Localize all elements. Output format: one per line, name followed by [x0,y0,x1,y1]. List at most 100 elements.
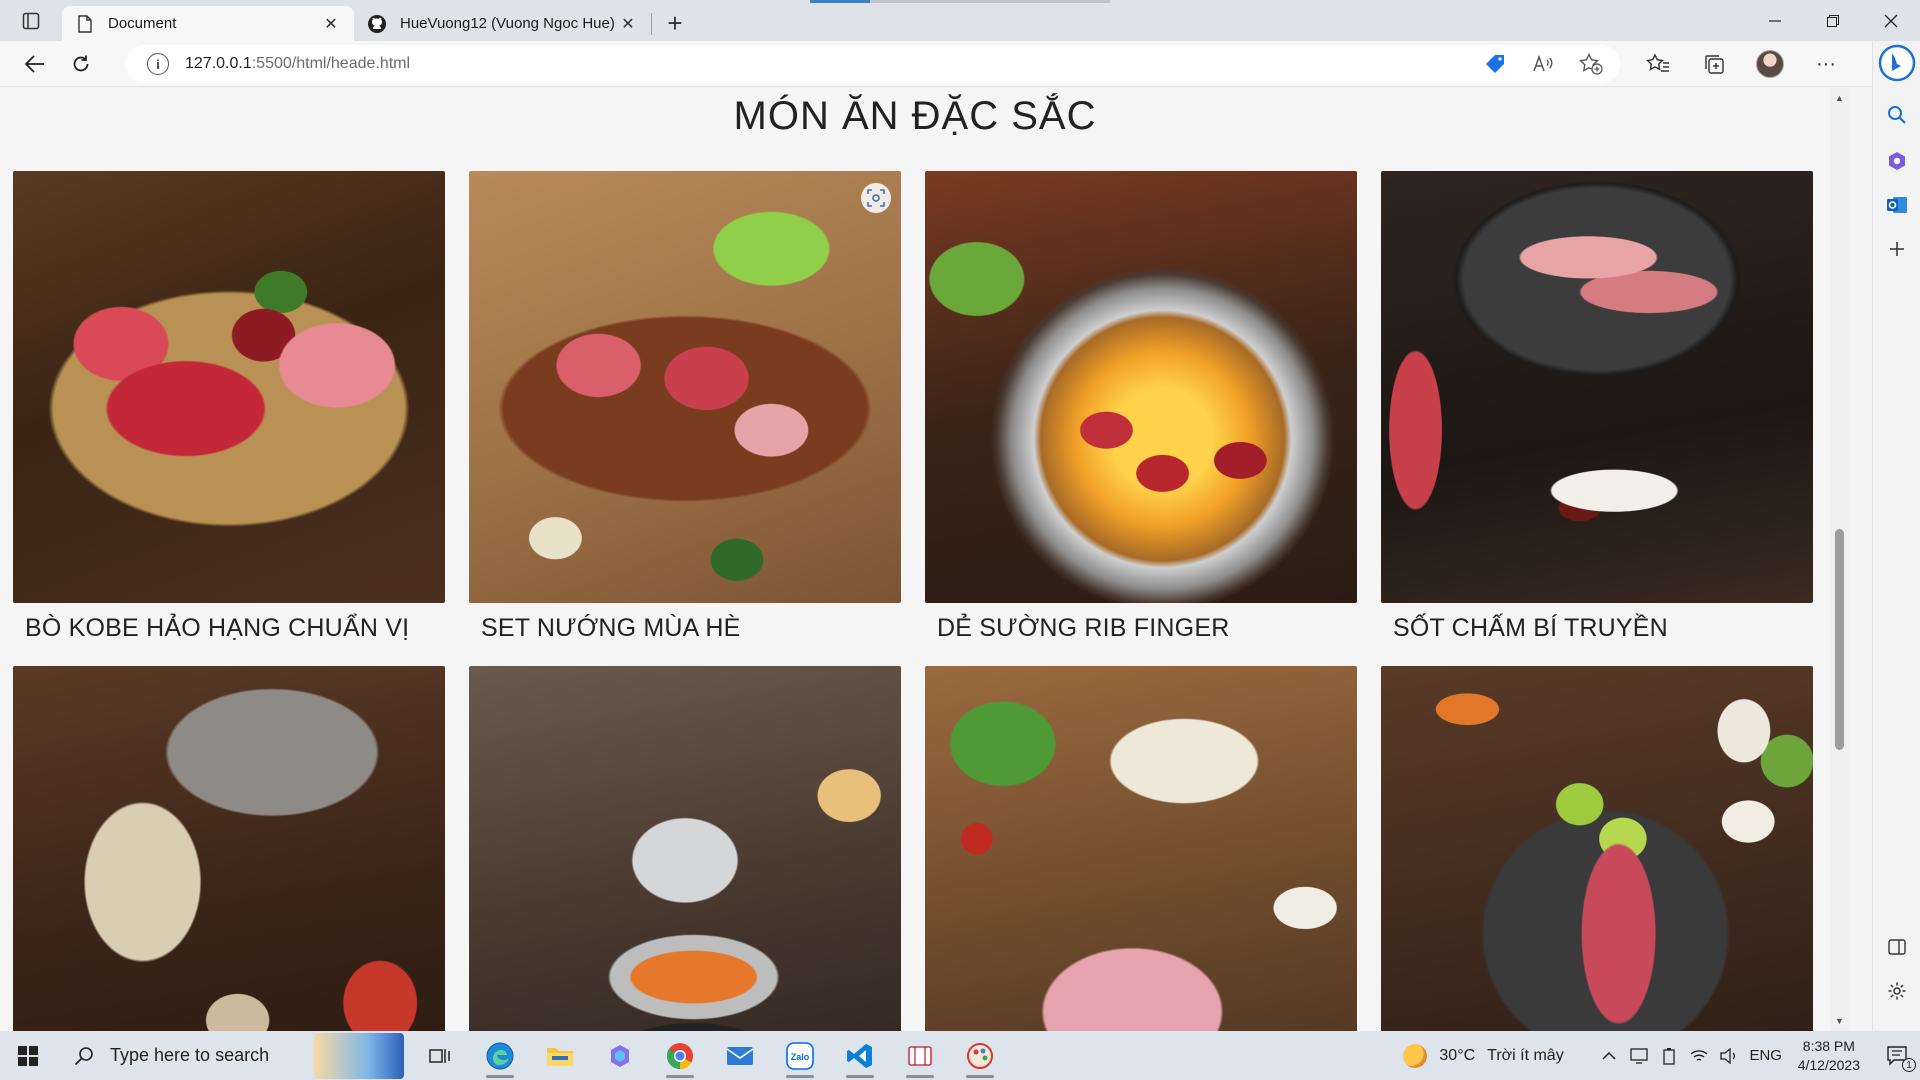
close-tab-icon[interactable]: ✕ [617,13,639,35]
address-bar[interactable]: i 127.0.0.1:5500/html/heade.html [125,45,1620,83]
taskbar-clock[interactable]: 8:38 PM 4/12/2023 [1798,1037,1860,1075]
visual-search-icon[interactable] [861,183,891,213]
close-tab-icon[interactable]: ✕ [320,13,342,35]
sidebar-outlook-button[interactable] [1873,185,1920,225]
scroll-up-arrow-icon[interactable]: ▲ [1830,90,1849,106]
taskbar-snipping-tool[interactable] [890,1031,950,1080]
taskbar-zalo[interactable]: Zalo [770,1031,830,1080]
dish-card[interactable]: SỐT CHẤM BÍ TRUYỀN [1381,171,1813,643]
refresh-button[interactable] [58,46,104,82]
zalo-icon: Zalo [786,1041,814,1070]
sidebar-search-button[interactable] [1873,95,1920,135]
notification-center-button[interactable]: 1 [1876,1031,1920,1080]
dish-photo-hotpot[interactable] [469,666,901,1031]
dish-photo-beef-mountain[interactable] [925,666,1357,1031]
tab-actions-icon [22,12,40,29]
shopping-tag-button[interactable] [1474,47,1516,81]
back-button[interactable] [12,46,58,82]
back-arrow-icon [25,54,44,73]
sidebar-hide-button[interactable] [1873,927,1920,967]
wifi-icon [1690,1049,1708,1061]
profile-button[interactable] [1742,46,1798,82]
read-aloud-icon [1533,54,1553,72]
taskbar-copilot[interactable] [590,1031,650,1080]
dish-card[interactable]: SET NƯỚNG MÙA HÈ [469,171,901,643]
taskbar-chrome[interactable] [650,1031,710,1080]
collections-icon [1705,55,1724,74]
dish-card[interactable] [13,666,445,1031]
page-scrollbar[interactable]: ▲ ▼ [1830,88,1849,1031]
dish-photo-rib-finger[interactable] [925,171,1357,603]
dish-card[interactable] [1381,666,1813,1031]
bing-chat-button[interactable] [1873,43,1920,83]
add-favorite-button[interactable] [1570,47,1612,81]
vscode-icon [847,1043,872,1068]
chrome-icon [666,1042,693,1069]
weather-text: Trời ít mây [1487,1046,1564,1064]
sidebar-tools-button[interactable] [1873,141,1920,181]
search-icon [1888,106,1906,124]
dish-card[interactable] [925,666,1357,1031]
browser-tab-bar: Document ✕ HueVuong12 (Vuong Ngoc Hue) ✕… [0,0,1920,41]
close-window-button[interactable] [1862,0,1920,41]
taskbar-edge[interactable] [470,1031,530,1080]
tray-volume-icon[interactable] [1714,1031,1744,1080]
snip-icon [908,1045,932,1066]
restore-button[interactable] [1804,0,1862,41]
tab-document[interactable]: Document ✕ [62,6,354,41]
tab-github[interactable]: HueVuong12 (Vuong Ngoc Hue) ✕ [354,6,651,41]
sidebar-add-button[interactable] [1873,229,1920,269]
taskbar-paint[interactable] [950,1031,1010,1080]
window-controls [1746,0,1920,41]
dish-photo-secret-sauce[interactable] [1381,171,1813,603]
sidebar-settings-button[interactable] [1873,971,1920,1011]
favorites-button[interactable] [1630,46,1686,82]
scrollbar-thumb[interactable] [1835,529,1844,750]
site-info-icon[interactable]: i [147,53,169,75]
clock-date: 4/12/2023 [1797,1056,1860,1073]
dish-photo-kobe-beef[interactable] [13,171,445,603]
tray-battery-icon[interactable] [1654,1031,1684,1080]
page-title: MÓN ĂN ĐẶC SẮC [733,94,1097,138]
read-aloud-button[interactable] [1522,47,1564,81]
show-hidden-icons-button[interactable] [1594,1031,1624,1080]
weather-widget[interactable]: 30°C Trời ít mây [1403,1043,1564,1068]
toolbar-right-actions: ··· [1630,41,1854,87]
monitor-icon [1630,1047,1648,1064]
start-button[interactable] [0,1031,56,1080]
dish-name: SỐT CHẤM BÍ TRUYỀN [1393,614,1668,642]
page-viewport: MÓN ĂN ĐẶC SẮC BÒ KOBE HẢO HẠNG CHUẨN VỊ… [0,88,1849,1031]
dish-card[interactable]: DẺ SƯỜNG RIB FINGER [925,171,1357,643]
battery-icon [1663,1047,1675,1065]
windows-logo-icon [18,1045,38,1066]
dish-card[interactable]: BÒ KOBE HẢO HẠNG CHUẨN VỊ [13,171,445,643]
dish-photo-squid[interactable] [1381,666,1813,1031]
taskbar-search-box[interactable]: Type here to search [56,1031,314,1080]
task-view-button[interactable] [410,1031,470,1080]
tray-wifi-icon[interactable] [1684,1031,1714,1080]
dish-card[interactable] [469,666,901,1031]
task-view-icon [429,1048,450,1063]
tray-display-icon[interactable] [1624,1031,1654,1080]
document-icon [74,13,96,35]
bing-icon [1878,44,1916,82]
language-indicator[interactable]: ENG [1744,1031,1788,1080]
windows-taskbar: Type here to search Zalo 30°C Trời ít mâ… [0,1031,1920,1080]
new-tab-button[interactable]: + [652,6,698,41]
collections-button[interactable] [1686,46,1742,82]
dish-photo-summer-grill-set[interactable] [469,171,901,603]
browser-toolbar: i 127.0.0.1:5500/html/heade.html ··· [0,41,1920,87]
price-tag-icon [1486,55,1504,73]
tab-actions-button[interactable] [0,0,62,41]
minimize-icon [1769,19,1781,22]
search-highlight-image[interactable] [314,1032,404,1079]
minimize-button[interactable] [1746,0,1804,41]
taskbar-file-explorer[interactable] [530,1031,590,1080]
taskbar-mail[interactable] [710,1031,770,1080]
paint-icon [967,1042,993,1069]
taskbar-vscode[interactable] [830,1031,890,1080]
settings-more-button[interactable]: ··· [1798,46,1854,82]
dish-photo-sake[interactable] [13,666,445,1031]
scroll-down-arrow-icon[interactable]: ▼ [1830,1013,1849,1029]
tab-scroll-indicator [810,0,1110,3]
